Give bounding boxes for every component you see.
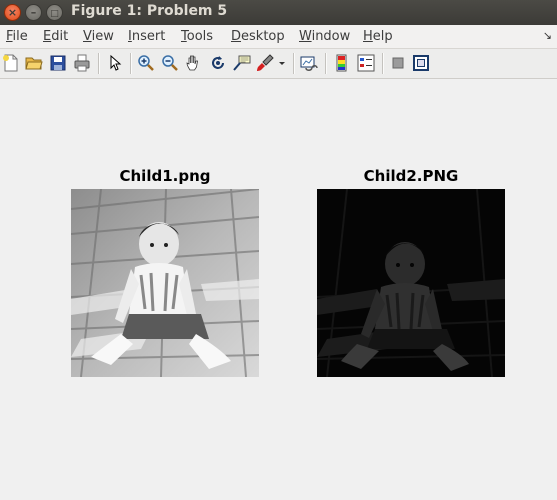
axes-title-child2: Child2.PNG: [363, 167, 459, 185]
window-title: Figure 1: Problem 5: [71, 3, 228, 19]
edit-plot-icon[interactable]: [106, 54, 124, 72]
figure-canvas[interactable]: Child1.png Child2.PNG: [0, 79, 557, 500]
menu-file[interactable]: File: [6, 29, 28, 44]
menu-window[interactable]: Window: [299, 29, 350, 44]
title-bar: × – □ Figure 1: Problem 5: [0, 0, 557, 25]
zoom-out-icon[interactable]: [161, 54, 179, 72]
data-cursor-icon[interactable]: [233, 54, 251, 72]
menu-desktop[interactable]: Desktop: [231, 29, 285, 44]
brush-dropdown-icon[interactable]: [277, 54, 287, 72]
menu-insert[interactable]: Insert: [128, 29, 165, 44]
maximize-icon: □: [50, 9, 59, 19]
pan-icon[interactable]: [185, 54, 203, 72]
image-child1[interactable]: [71, 189, 259, 377]
axes-title-child1: Child1.png: [119, 167, 211, 185]
print-figure-icon[interactable]: [73, 54, 91, 72]
image-child1-render: [71, 189, 259, 377]
window-minimize-button[interactable]: –: [25, 4, 42, 21]
window-maximize-button[interactable]: □: [46, 4, 63, 21]
image-child2-render: [317, 189, 505, 377]
dock-figure-icon[interactable]: ↘: [543, 29, 552, 42]
hide-plot-tools-icon[interactable]: [389, 54, 407, 72]
new-figure-icon[interactable]: [2, 54, 20, 72]
close-icon: ×: [7, 6, 18, 19]
toolbar-separator: [98, 53, 100, 74]
link-plot-icon[interactable]: [300, 54, 318, 72]
menu-tools[interactable]: Tools: [181, 29, 213, 44]
insert-colorbar-icon[interactable]: [333, 54, 351, 72]
window-close-button[interactable]: ×: [4, 4, 21, 21]
image-child2[interactable]: [317, 189, 505, 377]
insert-legend-icon[interactable]: [357, 54, 375, 72]
toolbar-separator: [325, 53, 327, 74]
toolbar-separator: [293, 53, 295, 74]
open-file-icon[interactable]: [25, 54, 43, 72]
show-plot-tools-icon[interactable]: [412, 54, 430, 72]
menu-help[interactable]: Help: [363, 29, 393, 44]
minimize-icon: –: [30, 6, 37, 19]
menu-bar: File Edit View Insert Tools Desktop Wind…: [0, 25, 557, 49]
toolbar-separator: [382, 53, 384, 74]
brush-icon[interactable]: [256, 54, 274, 72]
menu-view[interactable]: View: [83, 29, 114, 44]
save-figure-icon[interactable]: [49, 54, 67, 72]
toolbar-separator: [130, 53, 132, 74]
rotate-3d-icon[interactable]: [209, 54, 227, 72]
zoom-in-icon[interactable]: [137, 54, 155, 72]
figure-toolbar: [0, 49, 557, 79]
menu-edit[interactable]: Edit: [43, 29, 68, 44]
